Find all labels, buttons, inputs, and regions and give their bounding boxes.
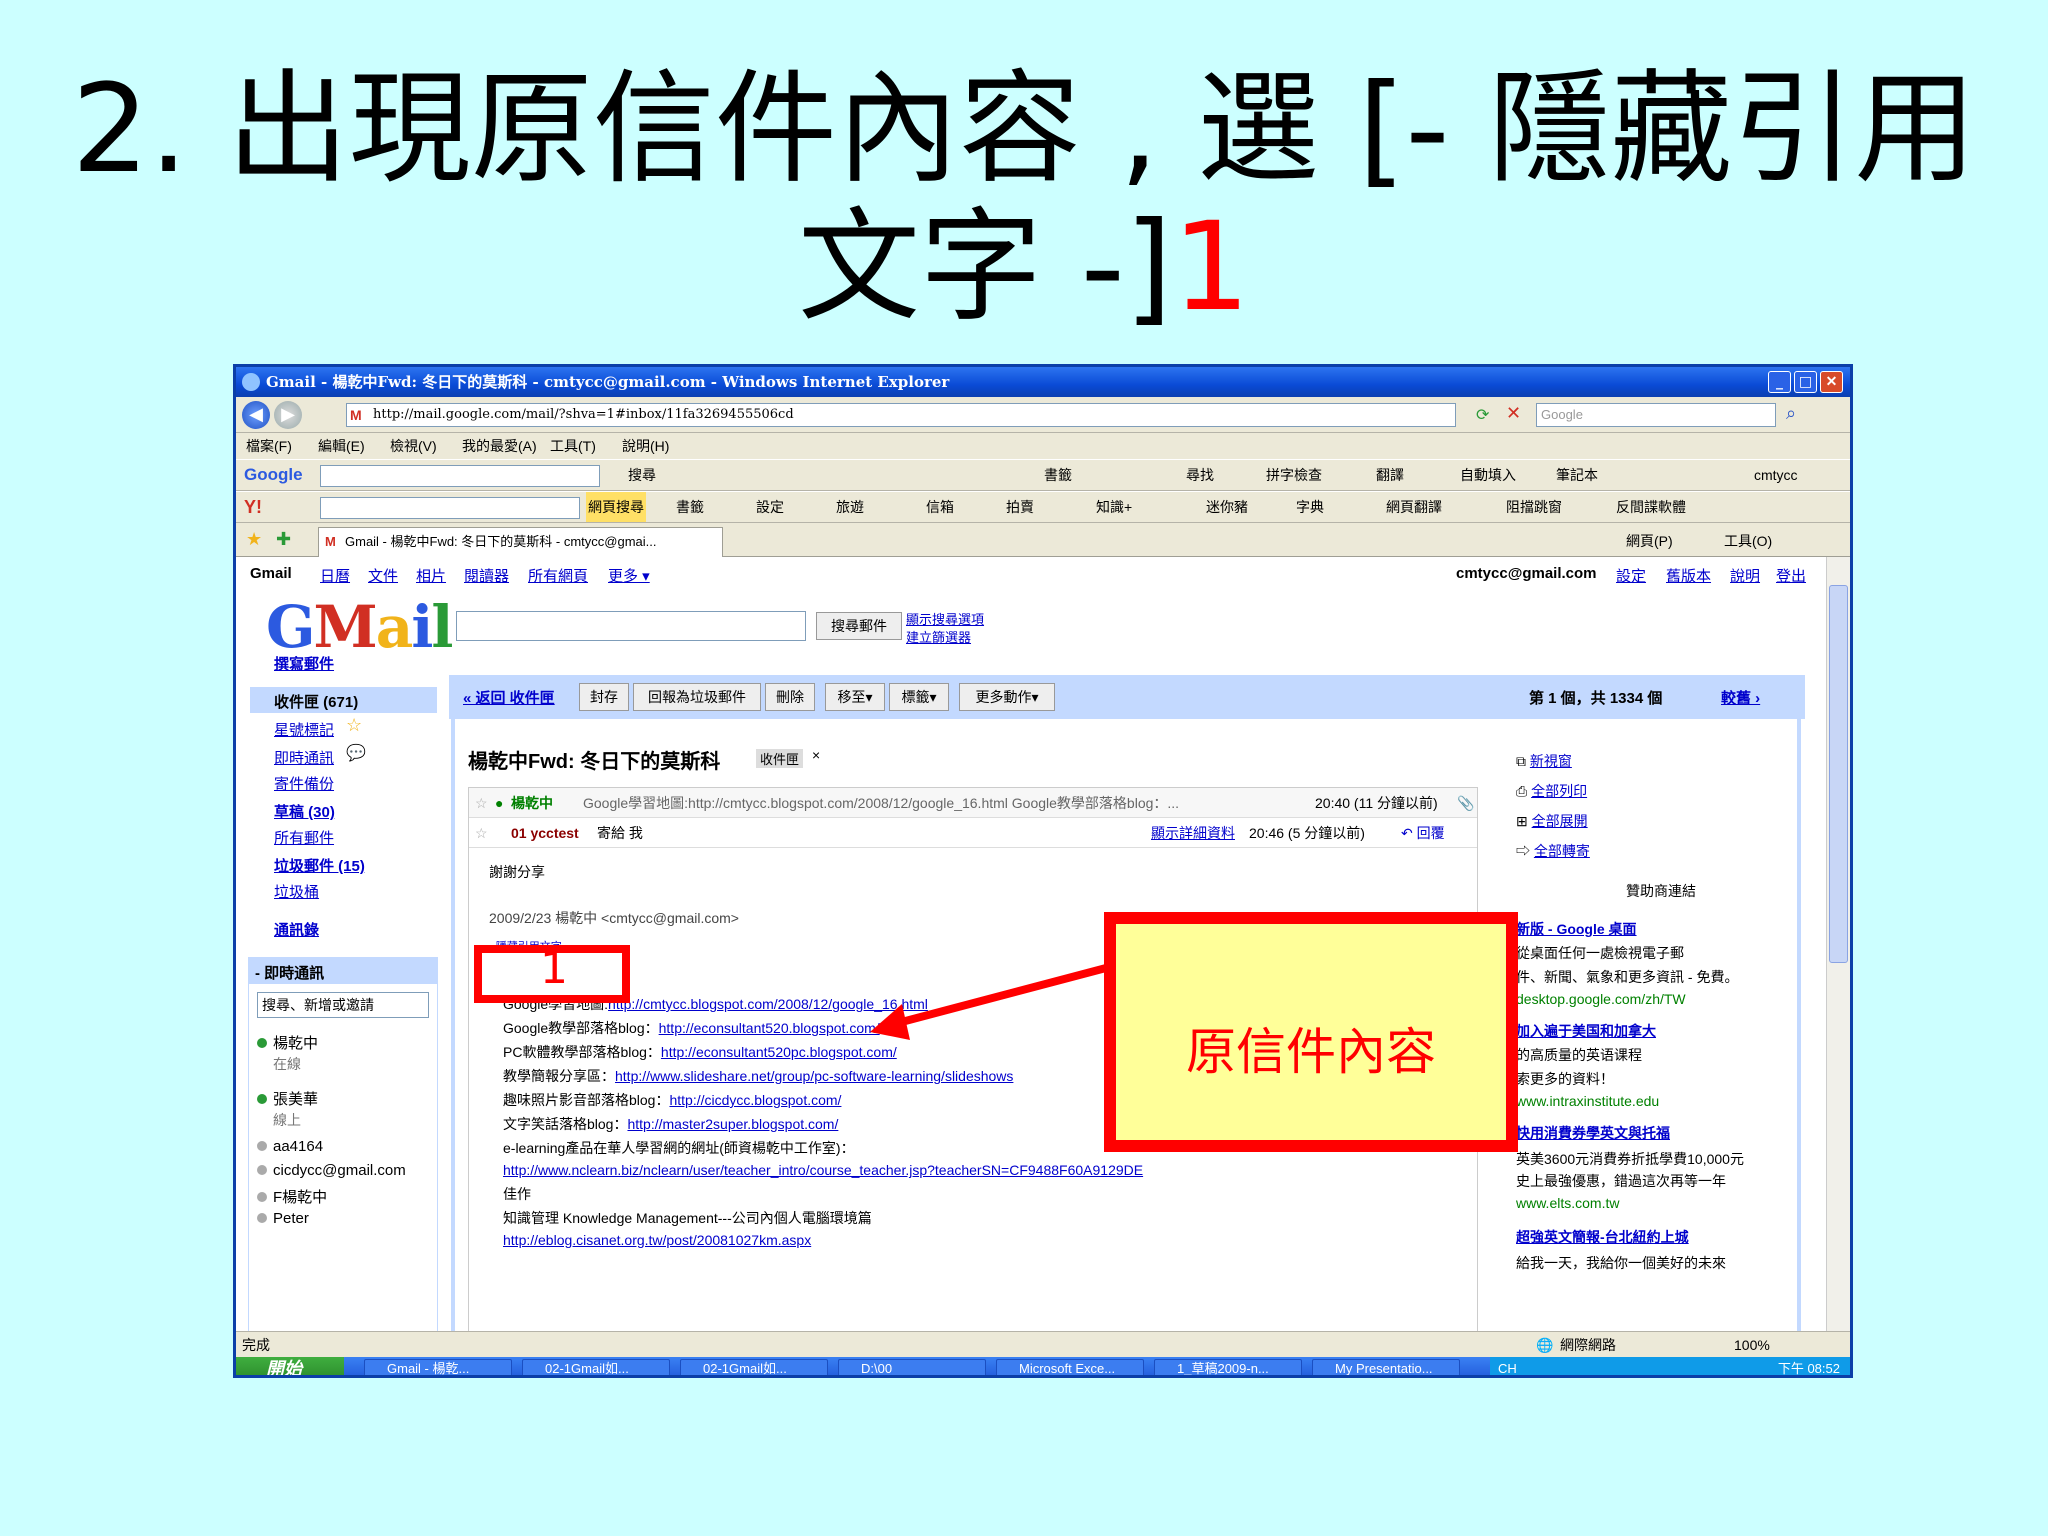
callout-label: 原信件內容 xyxy=(1186,1023,1436,1081)
step-marker-number: 1 xyxy=(540,943,568,994)
callout-arrow-line xyxy=(892,964,1108,1028)
callout-arrowhead xyxy=(870,1004,910,1040)
original-message-callout: 原信件內容 xyxy=(1104,912,1518,1152)
callout-arrow xyxy=(870,964,1108,1040)
